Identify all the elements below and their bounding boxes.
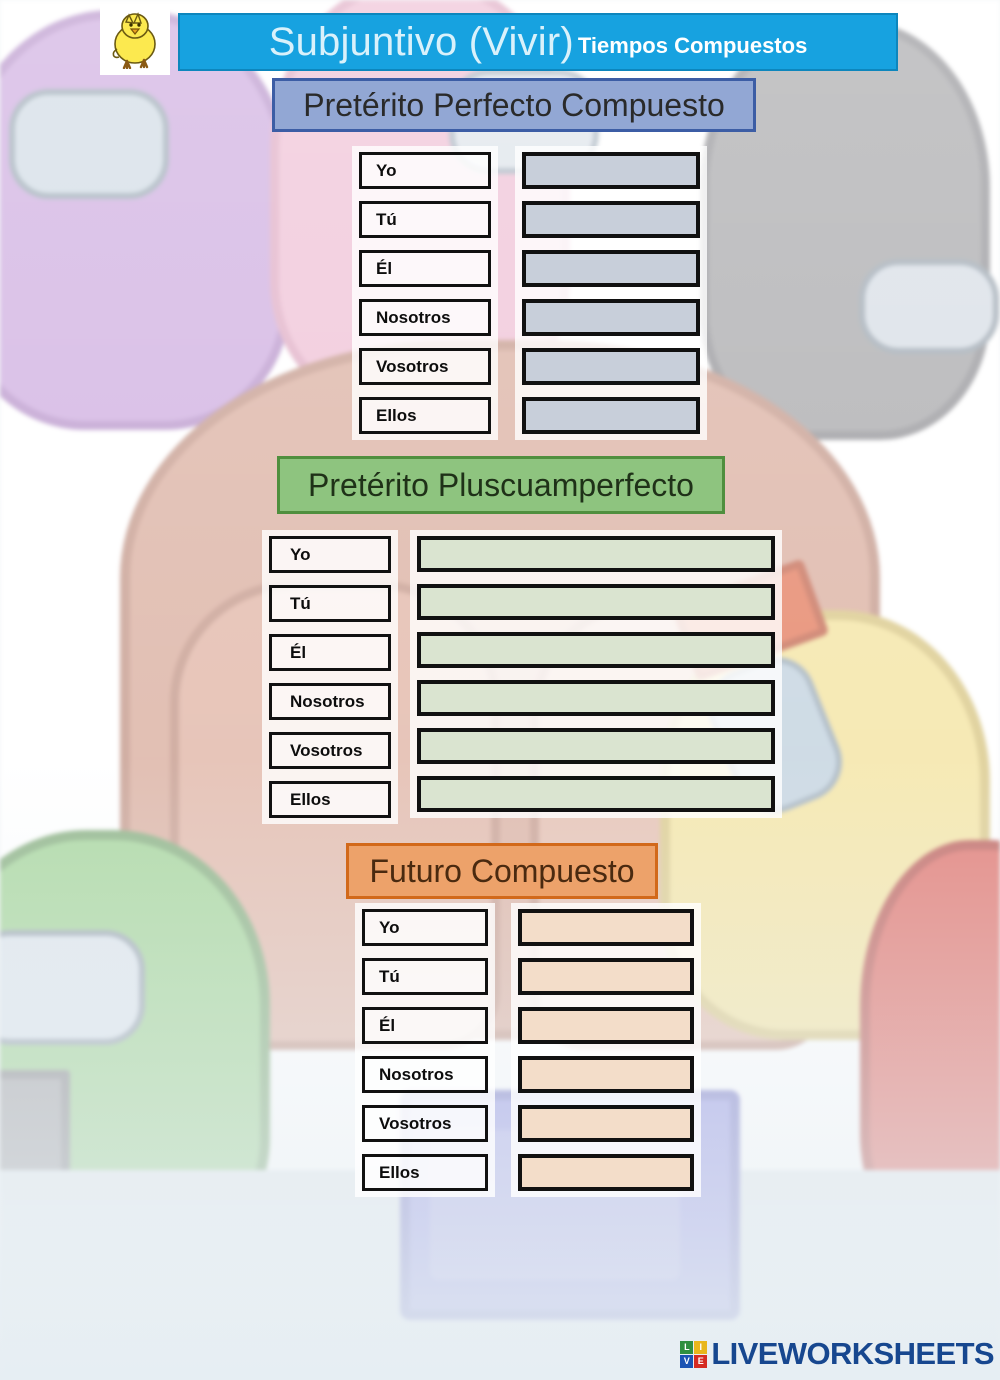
- liveworksheets-logo[interactable]: L I V E LIVEWORKSHEETS: [680, 1336, 995, 1372]
- table-row: Yo: [352, 146, 498, 195]
- worksheet-page: Subjuntivo (Vivir) Tiempos Compuestos Pr…: [0, 0, 1000, 1380]
- table-row: [515, 244, 707, 293]
- answer-input[interactable]: [518, 1154, 694, 1191]
- table-row: [515, 342, 707, 391]
- table-row: Nosotros: [262, 677, 398, 726]
- pronoun-label: Tú: [362, 958, 488, 995]
- table-row: Él: [355, 1001, 495, 1050]
- pronoun-label: Ellos: [269, 781, 391, 818]
- answer-input[interactable]: [417, 776, 775, 812]
- table-row: [410, 626, 782, 674]
- page-subtitle: Tiempos Compuestos: [577, 33, 808, 58]
- answer-input[interactable]: [522, 250, 700, 287]
- pronoun-label: Vosotros: [362, 1105, 488, 1142]
- table-row: Tú: [352, 195, 498, 244]
- pronoun-label: Ellos: [359, 397, 491, 434]
- pronoun-label: Vosotros: [359, 348, 491, 385]
- answer-input[interactable]: [417, 632, 775, 668]
- section-heading-preterito-pluscuamperfecto: Pretérito Pluscuamperfecto: [277, 456, 725, 514]
- answer-input[interactable]: [522, 397, 700, 434]
- table-row: Nosotros: [352, 293, 498, 342]
- conjugation-table-preterito-pluscuamperfecto: Yo Tú Él Nosotros Vosotros Ellos: [262, 530, 782, 824]
- logo-tile-i: I: [694, 1340, 708, 1354]
- answer-input[interactable]: [518, 1105, 694, 1142]
- answer-column: [511, 903, 701, 1197]
- table-row: Ellos: [352, 391, 498, 440]
- table-row: Él: [262, 628, 398, 677]
- pronoun-column: Yo Tú Él Nosotros Vosotros Ellos: [262, 530, 398, 824]
- pronoun-column: Yo Tú Él Nosotros Vosotros Ellos: [352, 146, 498, 440]
- table-row: [515, 195, 707, 244]
- table-row: [410, 770, 782, 818]
- pronoun-label: Nosotros: [359, 299, 491, 336]
- section-heading-futuro-compuesto: Futuro Compuesto: [346, 843, 658, 899]
- table-row: Ellos: [262, 775, 398, 824]
- conjugation-table-futuro-compuesto: Yo Tú Él Nosotros Vosotros Ellos: [355, 903, 701, 1197]
- answer-input[interactable]: [522, 348, 700, 385]
- pronoun-label: Vosotros: [269, 732, 391, 769]
- pronoun-label: Él: [362, 1007, 488, 1044]
- table-row: [515, 146, 707, 195]
- table-row: Tú: [262, 579, 398, 628]
- answer-column: [515, 146, 707, 440]
- table-row: [511, 952, 701, 1001]
- pronoun-label: Nosotros: [362, 1056, 488, 1093]
- worksheet-title-bar: Subjuntivo (Vivir) Tiempos Compuestos: [178, 13, 898, 71]
- answer-input[interactable]: [518, 958, 694, 995]
- answer-input[interactable]: [417, 536, 775, 572]
- table-row: [410, 578, 782, 626]
- table-row: [511, 1099, 701, 1148]
- pronoun-column: Yo Tú Él Nosotros Vosotros Ellos: [355, 903, 495, 1197]
- table-row: [511, 1001, 701, 1050]
- logo-wordmark: LIVEWORKSHEETS: [711, 1336, 994, 1371]
- table-row: [515, 391, 707, 440]
- pronoun-label: Tú: [359, 201, 491, 238]
- table-row: Yo: [262, 530, 398, 579]
- answer-input[interactable]: [518, 1007, 694, 1044]
- table-row: [511, 1050, 701, 1099]
- answer-input[interactable]: [522, 201, 700, 238]
- page-title: Subjuntivo (Vivir): [268, 19, 574, 64]
- liveworksheets-logo-icon: L I V E: [680, 1340, 708, 1368]
- answer-input[interactable]: [518, 1056, 694, 1093]
- answer-input[interactable]: [417, 680, 775, 716]
- pronoun-label: Tú: [269, 585, 391, 622]
- answer-input[interactable]: [417, 728, 775, 764]
- answer-input[interactable]: [518, 909, 694, 946]
- table-row: Vosotros: [262, 726, 398, 775]
- pronoun-label: Ellos: [362, 1154, 488, 1191]
- table-row: Él: [352, 244, 498, 293]
- chick-icon: [100, 5, 170, 75]
- table-row: Yo: [355, 903, 495, 952]
- table-row: [410, 530, 782, 578]
- answer-input[interactable]: [417, 584, 775, 620]
- pronoun-label: Él: [269, 634, 391, 671]
- table-row: [511, 903, 701, 952]
- answer-input[interactable]: [522, 152, 700, 189]
- table-row: [511, 1148, 701, 1197]
- pronoun-label: Él: [359, 250, 491, 287]
- table-row: Ellos: [355, 1148, 495, 1197]
- pronoun-label: Nosotros: [269, 683, 391, 720]
- table-row: [410, 674, 782, 722]
- logo-tile-v: V: [680, 1354, 694, 1368]
- table-row: [515, 293, 707, 342]
- table-row: Vosotros: [355, 1099, 495, 1148]
- answer-column: [410, 530, 782, 824]
- logo-tile-l: L: [680, 1340, 694, 1354]
- table-row: Tú: [355, 952, 495, 1001]
- section-heading-preterito-perfecto-compuesto: Pretérito Perfecto Compuesto: [272, 78, 756, 132]
- answer-input[interactable]: [522, 299, 700, 336]
- pronoun-label: Yo: [359, 152, 491, 189]
- conjugation-table-preterito-perfecto-compuesto: Yo Tú Él Nosotros Vosotros Ellos: [352, 146, 707, 440]
- pronoun-label: Yo: [362, 909, 488, 946]
- table-row: Vosotros: [352, 342, 498, 391]
- logo-tile-e: E: [694, 1354, 708, 1368]
- pronoun-label: Yo: [269, 536, 391, 573]
- table-row: Nosotros: [355, 1050, 495, 1099]
- table-row: [410, 722, 782, 770]
